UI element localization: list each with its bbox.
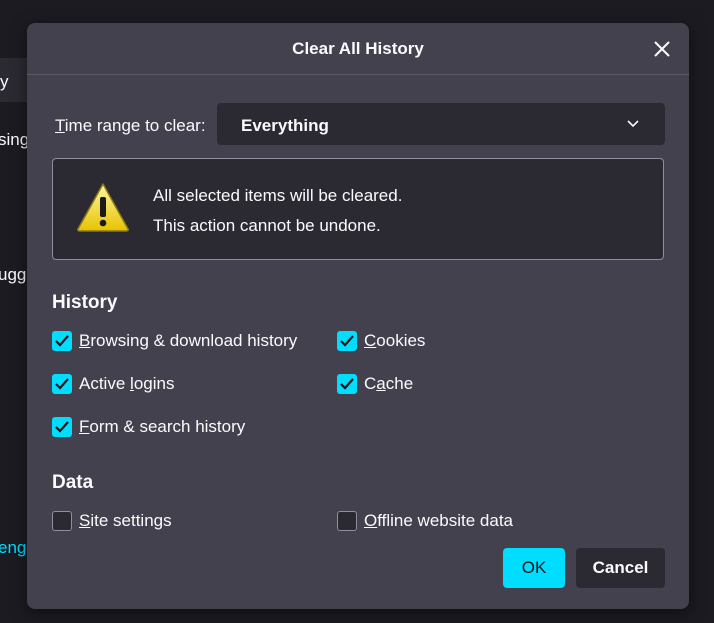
clear-history-dialog: Clear All History Time range to clear: E… <box>27 23 689 609</box>
checkmark-icon <box>340 378 354 390</box>
time-range-select[interactable]: Everything <box>217 103 665 145</box>
chevron-down-icon <box>627 120 639 128</box>
checkbox-label: Active logins <box>79 374 175 393</box>
checkbox-box <box>52 511 72 531</box>
checkmark-icon <box>55 335 69 347</box>
checkbox-label: Browsing & download history <box>79 331 298 350</box>
checkbox-box <box>337 331 357 351</box>
warning-icon <box>77 183 129 232</box>
checkmark-icon <box>55 421 69 433</box>
history-heading: History <box>52 292 118 313</box>
ok-button[interactable]: OK <box>503 548 565 588</box>
close-button[interactable] <box>649 36 675 62</box>
checkbox-label: Cache <box>364 374 414 393</box>
cancel-button[interactable]: Cancel <box>576 548 665 588</box>
checkbox-label: Offline website data <box>364 511 514 530</box>
checkbox-box <box>337 374 357 394</box>
checkbox-label: Form & search history <box>79 417 246 436</box>
checkbox-box <box>52 374 72 394</box>
checkbox-label: Site settings <box>79 511 172 530</box>
checkbox-box <box>52 331 72 351</box>
checkbox-box <box>52 417 72 437</box>
checkmark-icon <box>55 378 69 390</box>
time-range-row: Time range to clear: Everything <box>55 103 665 145</box>
background-text-fragment: y <box>0 72 9 91</box>
data-heading: Data <box>52 472 94 493</box>
checkmark-icon <box>340 335 354 347</box>
warning-message: All selected items will be cleared. <box>153 186 403 205</box>
checkbox-box <box>337 511 357 531</box>
background-text-fragment: sing <box>0 130 30 149</box>
dialog-header: Clear All History <box>27 23 689 75</box>
close-icon <box>654 41 670 57</box>
background-link-fragment: eng <box>0 538 27 557</box>
dialog-title: Clear All History <box>292 39 424 58</box>
time-range-value: Everything <box>241 116 329 135</box>
checkbox-label: Cookies <box>364 331 426 350</box>
time-range-label: Time range to clear: <box>55 116 206 135</box>
warning-box: All selected items will be cleared. This… <box>52 158 664 260</box>
warning-message: This action cannot be undone. <box>153 216 381 235</box>
